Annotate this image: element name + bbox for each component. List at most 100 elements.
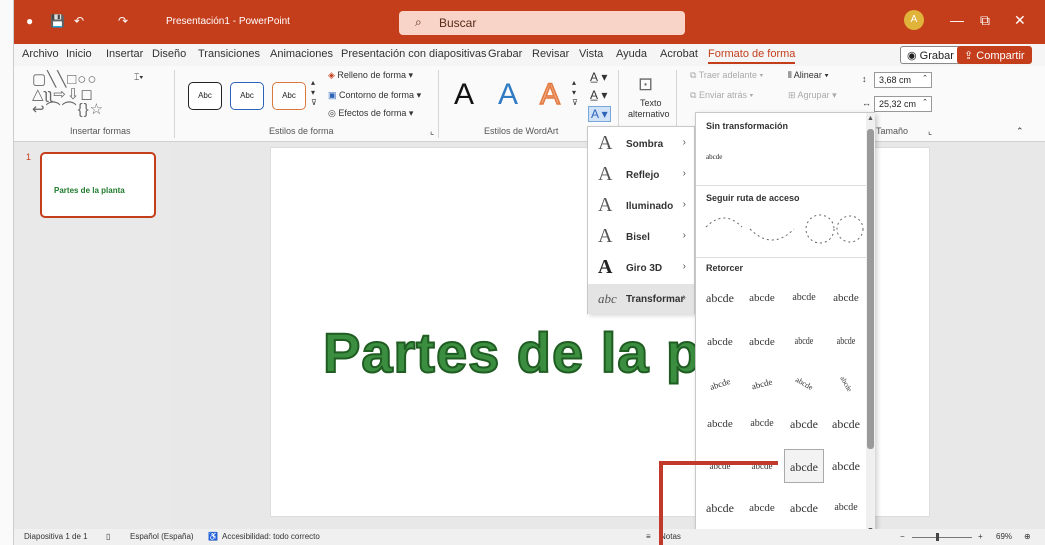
menu-item-sombra[interactable]: A Sombra ›	[588, 129, 694, 159]
menu-item-iluminado[interactable]: A Iluminado ›	[588, 191, 694, 221]
notes-icon[interactable]: ≡	[646, 532, 651, 541]
autosave-icon[interactable]: ●	[26, 14, 33, 28]
slide-thumbnail[interactable]: Partes de la planta	[40, 152, 156, 218]
fill-button[interactable]: ◈ Relleno de forma ▾	[328, 70, 413, 81]
tab-insertar[interactable]: Insertar	[106, 48, 143, 60]
no-transform-option[interactable]: abcde	[706, 153, 722, 161]
warp-option[interactable]: abcde	[830, 325, 862, 359]
warp-option[interactable]: abcde	[784, 281, 824, 315]
warp-option-selected[interactable]: abcde	[784, 449, 824, 483]
effects-button[interactable]: ◎ Efectos de forma ▾	[328, 108, 413, 119]
shape-style-2[interactable]: Abc	[230, 82, 264, 110]
height-field[interactable]: 3,68 cm ⌃	[874, 72, 932, 88]
avatar[interactable]: A	[904, 10, 924, 30]
edit-shape-icon[interactable]: ⌶▾	[134, 72, 143, 83]
warp-option[interactable]: abcde	[696, 362, 745, 407]
tab-revisar[interactable]: Revisar	[532, 48, 569, 60]
dialog-launcher-icon[interactable]: ⌞	[430, 126, 434, 137]
warp-option[interactable]: abcde	[826, 449, 866, 483]
height-stepper-icon[interactable]: ⌃	[922, 74, 928, 82]
collapse-ribbon-icon[interactable]: ⌃	[1016, 126, 1024, 137]
tab-inicio[interactable]: Inicio	[66, 48, 92, 60]
language-indicator[interactable]: Español (España)	[130, 532, 194, 541]
tab-diseno[interactable]: Diseño	[152, 48, 186, 60]
tab-grabar[interactable]: Grabar	[488, 48, 522, 60]
minimize-button[interactable]: —	[950, 12, 964, 28]
save-icon[interactable]: 💾	[50, 14, 65, 28]
menu-item-transformar[interactable]: abc Transformar ›	[588, 284, 694, 314]
warp-option[interactable]: abcde	[700, 407, 740, 441]
warp-option[interactable]: abcde	[700, 281, 740, 315]
wordart-sample-blue[interactable]: A	[498, 78, 518, 112]
wordart-sample-black[interactable]: A	[454, 78, 474, 112]
warp-option[interactable]: abcde	[826, 407, 866, 441]
shape-style-more-icon[interactable]: ▴ ▾ ⊽	[311, 78, 317, 108]
width-field[interactable]: 25,32 cm ⌃	[874, 96, 932, 112]
warp-option[interactable]: abcde	[742, 407, 782, 441]
fit-slide-icon[interactable]: ⊕	[1024, 532, 1031, 541]
warp-option[interactable]: abcde	[826, 491, 866, 525]
align-button[interactable]: ⫴ Alinear ▾	[788, 70, 829, 81]
zoom-slider-thumb[interactable]	[936, 533, 939, 541]
text-fill-icon[interactable]: A̲ ▾	[590, 70, 607, 84]
tab-vista[interactable]: Vista	[579, 48, 603, 60]
warp-option[interactable]: abcde	[700, 491, 740, 525]
share-button[interactable]: ⇪ Compartir	[957, 46, 1032, 64]
send-backward-button[interactable]: ⧉ Enviar atrás ▾	[690, 90, 753, 101]
warp-option[interactable]: abcde	[700, 449, 740, 483]
gallery-scrollbar-thumb[interactable]	[867, 129, 874, 449]
alt-text-icon[interactable]: ⊡	[638, 74, 653, 95]
notes-button[interactable]: Notas	[660, 532, 681, 541]
shapes-gallery[interactable]: ▢╲╲□○○ △ʅʅ⇨⇩◻ ↩⌒⌒{}☆	[32, 72, 142, 118]
wordart-more-icon[interactable]: ▴ ▾ ⊽	[572, 78, 578, 108]
warp-option[interactable]: abcde	[742, 449, 782, 483]
warp-option[interactable]: abcde	[700, 325, 740, 359]
warp-option[interactable]: abcde	[826, 281, 866, 315]
restore-button[interactable]: ⧉	[980, 12, 990, 29]
tab-animaciones[interactable]: Animaciones	[270, 48, 333, 60]
width-stepper-icon[interactable]: ⌃	[922, 98, 928, 106]
menu-item-bisel[interactable]: A Bisel ›	[588, 222, 694, 252]
tab-transiciones[interactable]: Transiciones	[198, 48, 260, 60]
tab-ayuda[interactable]: Ayuda	[616, 48, 647, 60]
accessibility-icon[interactable]: ♿	[208, 532, 218, 541]
zoom-level[interactable]: 69%	[996, 532, 1012, 541]
warp-option[interactable]: abcde	[742, 281, 782, 315]
wordart-sample-orange[interactable]: A	[539, 77, 561, 112]
warp-option[interactable]: abcde	[788, 325, 820, 359]
follow-path-options[interactable]	[700, 207, 864, 251]
slide-title-wordart[interactable]: Partes de la pl	[322, 320, 718, 385]
redo-icon[interactable]: ↷	[118, 14, 128, 28]
text-effects-icon[interactable]: A ▾	[588, 106, 611, 122]
warp-option[interactable]: abcde	[778, 359, 830, 408]
zoom-in-icon[interactable]: +	[978, 532, 983, 541]
accessibility-status[interactable]: Accesibilidad: todo correcto	[222, 532, 320, 541]
bring-forward-button[interactable]: ⧉ Traer adelante ▾	[690, 70, 763, 81]
text-outline-icon[interactable]: A̲ ▾	[590, 88, 607, 102]
tab-acrobat[interactable]: Acrobat	[660, 48, 698, 60]
warp-option[interactable]: abcde	[784, 491, 824, 525]
zoom-slider[interactable]	[912, 537, 972, 538]
search-input[interactable]: ⌕ Buscar	[399, 11, 685, 35]
size-dialog-launcher-icon[interactable]: ⌞	[928, 126, 932, 137]
zoom-out-icon[interactable]: −	[900, 532, 905, 541]
warp-option[interactable]: abcde	[742, 491, 782, 525]
warp-option[interactable]: abcde	[821, 358, 870, 410]
tab-presentacion[interactable]: Presentación con diapositivas	[341, 48, 487, 60]
spellcheck-icon[interactable]: ▯	[106, 532, 110, 541]
warp-option[interactable]: abcde	[742, 325, 782, 359]
warp-option[interactable]: abcde	[738, 363, 785, 406]
menu-item-reflejo[interactable]: A Reflejo ›	[588, 160, 694, 190]
record-button[interactable]: ◉ Grabar	[900, 46, 961, 64]
shape-style-3[interactable]: Abc	[272, 82, 306, 110]
tab-formato-de-forma[interactable]: Formato de forma	[708, 48, 796, 64]
scroll-up-icon[interactable]: ▲	[867, 115, 874, 122]
group-button[interactable]: ⊞ Agrupar ▾	[788, 90, 837, 101]
menu-item-giro-3d[interactable]: A Giro 3D ›	[588, 253, 694, 283]
undo-icon[interactable]: ↶	[74, 14, 84, 28]
close-button[interactable]: ✕	[1014, 12, 1026, 29]
shape-style-1[interactable]: Abc	[188, 82, 222, 110]
warp-option[interactable]: abcde	[784, 407, 824, 441]
tab-archivo[interactable]: Archivo	[22, 48, 59, 60]
outline-button[interactable]: ▣ Contorno de forma ▾	[328, 90, 421, 101]
